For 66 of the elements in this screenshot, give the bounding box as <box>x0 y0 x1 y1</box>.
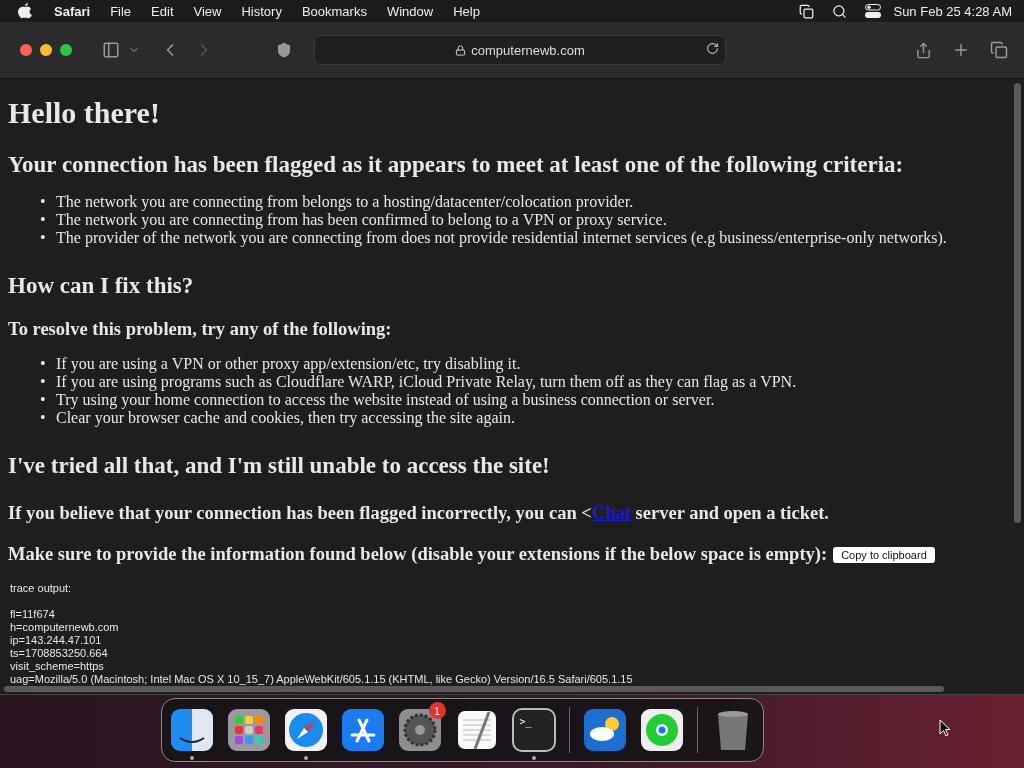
menu-item[interactable]: Help <box>443 3 490 19</box>
trace-line: uag=Mozilla/5.0 (Macintosh; Intel Mac OS X 10_15_7) AppleWebKit/605.1.15 (KHTML, like Gecko) Version/16.5 Safari/605.1.15 <box>10 673 634 686</box>
trace-title: trace output: <box>10 582 73 595</box>
app-store-icon[interactable] <box>340 708 385 752</box>
screen-mirroring-icon[interactable] <box>799 3 815 19</box>
minimize-button[interactable] <box>40 44 52 56</box>
list-item: Try using your home connection to access the website instead of using a business connection or server. <box>56 391 715 409</box>
list-item: The provider of the network you are connecting from does not provide residential internet services (e.g business/enterprise-only networks). <box>56 229 947 247</box>
bullet: • <box>40 391 47 409</box>
tab-overview-icon[interactable] <box>990 41 1008 59</box>
search-icon[interactable] <box>832 3 848 19</box>
lock-icon <box>455 44 467 56</box>
bullet: • <box>40 355 47 373</box>
menu-item[interactable]: History <box>231 3 292 19</box>
trace-line: fl=11f674 <box>10 608 56 621</box>
list-item: Clear your browser cache and cookies, then try accessing the site again. <box>56 409 515 427</box>
menu-clock[interactable]: Sun Feb 25 4:28 AM <box>893 3 1012 19</box>
menu-item[interactable]: File <box>100 3 142 19</box>
new-tab-icon[interactable] <box>952 41 970 59</box>
trace-line: h=computernewb.com <box>10 621 120 634</box>
control-center-icon[interactable] <box>865 4 882 18</box>
list-item: The network you are connecting from belongs to a hosting/datacenter/colocation provider. <box>56 193 634 211</box>
list-item: If you are using a VPN or other proxy app/extension/etc, try disabling it. <box>56 355 521 373</box>
menu-item[interactable]: View <box>183 3 232 19</box>
address-bar[interactable]: computernewb.com <box>314 35 726 65</box>
terminal-icon[interactable] <box>511 708 556 752</box>
weather-icon[interactable] <box>582 708 627 752</box>
compass-icon[interactable] <box>283 708 328 752</box>
shield-icon[interactable] <box>276 42 292 58</box>
sidebar-icon[interactable] <box>102 41 120 59</box>
bullet: • <box>40 193 47 211</box>
menu-item[interactable]: Edit <box>141 3 184 19</box>
subheading: To resolve this problem, try any of the following: <box>8 319 393 340</box>
radar-icon[interactable] <box>639 708 684 752</box>
bullet: • <box>40 211 47 229</box>
menu-item[interactable]: Bookmarks <box>291 3 377 19</box>
menu-app-name[interactable]: Safari <box>44 3 101 19</box>
reload-icon[interactable] <box>706 42 719 55</box>
trace-line: ip=143.244.47.101 <box>10 634 103 647</box>
trace-line: ts=1708853250.664 <box>10 647 109 660</box>
zoom-button[interactable] <box>60 44 72 56</box>
trace-line: visit_scheme=https <box>10 660 105 673</box>
list-item: If you are using programs such as Cloudflare WARP, iCloud Private Relay, turn them off as they can flag as a VPN. <box>56 373 797 391</box>
section-heading: I've tried all that, and I'm still unable to access the site! <box>8 453 551 479</box>
instruction-text: Make sure to provide the information found below (disable your extensions if the below space is empty): <box>8 544 828 565</box>
section-heading: How can I fix this? <box>8 273 195 299</box>
section-heading: Your connection has been flagged as it appears to meet at least one of the following criteria: <box>8 152 905 178</box>
page-heading: Hello there! <box>8 96 161 130</box>
horizontal-scrollbar[interactable] <box>4 686 944 692</box>
finder-icon[interactable] <box>169 708 214 752</box>
gear-icon[interactable] <box>397 708 442 752</box>
apple-logo-icon[interactable] <box>18 3 32 19</box>
bullet: • <box>40 229 47 247</box>
mouse-pointer-icon <box>939 719 951 737</box>
launchpad-icon[interactable] <box>226 708 271 752</box>
close-button[interactable] <box>20 44 32 56</box>
share-icon[interactable] <box>915 41 932 59</box>
list-item: The network you are connecting from has been confirmed to belong to a VPN or proxy service. <box>56 211 667 229</box>
bullet: • <box>40 409 47 427</box>
vertical-scrollbar[interactable] <box>1014 83 1021 523</box>
address-text: computernewb.com <box>471 42 585 58</box>
copy-button[interactable]: Copy to clipboard <box>833 546 935 563</box>
bullet: • <box>40 373 47 391</box>
menu-item[interactable]: Window <box>376 3 444 19</box>
help-sentence: If you believe that your connection has been flagged incorrectly, you can <Chat server and open a ticket. <box>8 503 829 524</box>
terminal-prompt: >_ <box>519 716 532 727</box>
